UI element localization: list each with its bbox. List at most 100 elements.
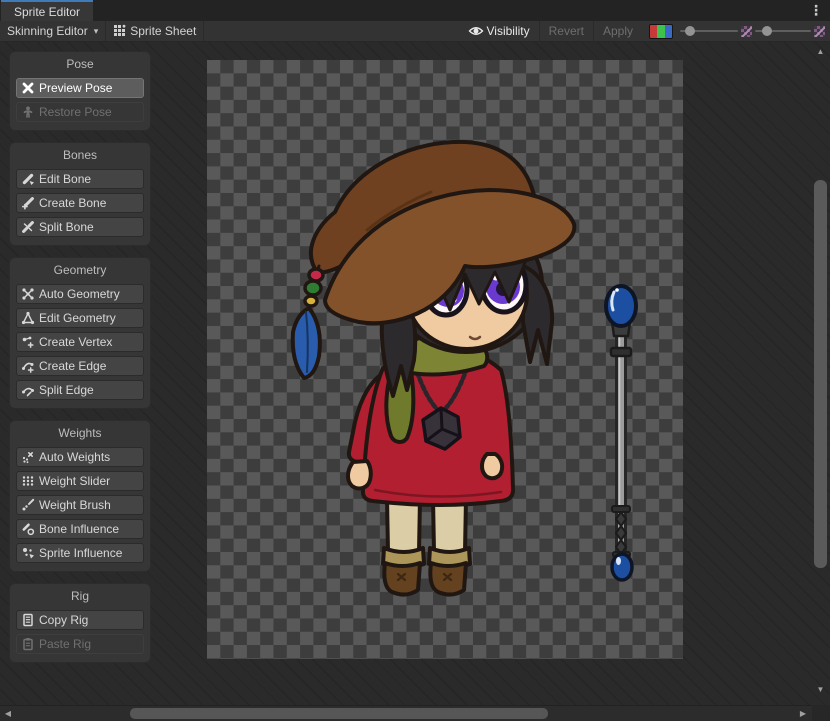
create-vertex-button[interactable]: Create Vertex — [16, 332, 144, 352]
split-bone-button[interactable]: Split Bone — [16, 217, 144, 237]
revert-button[interactable]: Revert — [540, 21, 593, 41]
create-bone-icon — [21, 196, 35, 210]
button-label: Paste Rig — [39, 637, 91, 651]
vertical-scrollbar-thumb[interactable] — [814, 180, 827, 568]
character-sprite[interactable] — [293, 142, 575, 595]
sprite-sheet-label: Sprite Sheet — [130, 24, 196, 38]
bone-influence-icon — [21, 522, 35, 536]
create-edge-button[interactable]: Create Edge — [16, 356, 144, 376]
paste-rig-button[interactable]: Paste Rig — [16, 634, 144, 654]
panel-bones: Bones Edit Bone Create Bone — [10, 143, 150, 245]
overlay-opacity-slider[interactable] — [755, 21, 811, 41]
sprite-influence-button[interactable]: Sprite Influence — [16, 543, 144, 563]
restore-pose-icon — [21, 105, 35, 119]
swatch-blue — [665, 25, 672, 38]
button-label: Weight Brush — [39, 498, 111, 512]
panel-title: Weights — [10, 425, 150, 441]
button-label: Sprite Influence — [39, 546, 122, 560]
horizontal-scrollbar[interactable]: ◀ ▶ — [0, 705, 812, 721]
button-label: Create Edge — [39, 359, 106, 373]
sprite-influence-icon — [21, 546, 35, 560]
button-label: Weight Slider — [39, 474, 110, 488]
vertical-scrollbar[interactable]: ▲ ▼ — [811, 42, 830, 705]
slider-handle[interactable] — [685, 26, 695, 36]
tab-sprite-editor[interactable]: Sprite Editor — [1, 0, 93, 21]
toolbar-separator — [203, 21, 204, 41]
panel-pose: Pose Preview Pose Restore Pose — [10, 52, 150, 130]
scroll-down-icon[interactable]: ▼ — [811, 683, 830, 695]
button-label: Create Bone — [39, 196, 106, 210]
sprite-editor-window: Sprite Editor ⋮ Skinning Editor ▾ Sprite… — [0, 0, 830, 721]
edit-bone-icon — [21, 172, 35, 186]
panel-title: Geometry — [10, 262, 150, 278]
button-label: Preview Pose — [39, 81, 112, 95]
preview-pose-icon — [21, 81, 35, 95]
button-label: Split Edge — [39, 383, 94, 397]
auto-weights-button[interactable]: Auto Weights — [16, 447, 144, 467]
panel-title: Pose — [10, 56, 150, 72]
slider-handle[interactable] — [762, 26, 772, 36]
scroll-right-icon[interactable]: ▶ — [796, 706, 810, 721]
button-label: Auto Geometry — [39, 287, 120, 301]
auto-geometry-button[interactable]: Auto Geometry — [16, 284, 144, 304]
edit-geometry-button[interactable]: Edit Geometry — [16, 308, 144, 328]
button-label: Copy Rig — [39, 613, 88, 627]
swatch-red — [650, 25, 657, 38]
workspace: Pose Preview Pose Restore Pose Bones — [0, 42, 830, 721]
apply-button[interactable]: Apply — [594, 21, 642, 41]
skinning-editor-dropdown[interactable]: Skinning Editor ▾ — [0, 21, 105, 41]
panel-title: Bones — [10, 147, 150, 163]
scroll-up-icon[interactable]: ▲ — [811, 45, 830, 57]
weight-brush-button[interactable]: Weight Brush — [16, 495, 144, 515]
bone-influence-button[interactable]: Bone Influence — [16, 519, 144, 539]
button-label: Edit Geometry — [39, 311, 116, 325]
restore-pose-button[interactable]: Restore Pose — [16, 102, 144, 122]
tab-title: Sprite Editor — [14, 5, 80, 19]
kebab-menu-icon[interactable]: ⋮ — [808, 1, 824, 20]
sprite-texture-icon — [741, 26, 752, 37]
edit-geometry-icon — [21, 311, 35, 325]
tab-bar: Sprite Editor ⋮ — [0, 0, 830, 21]
button-label: Split Bone — [39, 220, 94, 234]
skinning-editor-label: Skinning Editor — [7, 24, 88, 38]
copy-rig-icon — [21, 613, 35, 627]
weight-slider-icon — [21, 474, 35, 488]
button-label: Create Vertex — [39, 335, 112, 349]
auto-geometry-icon — [21, 287, 35, 301]
weight-slider-button[interactable]: Weight Slider — [16, 471, 144, 491]
apply-label: Apply — [603, 24, 633, 38]
swatch-green — [657, 25, 664, 38]
sprite-sheet-icon — [113, 24, 127, 38]
scrollbar-corner — [812, 705, 830, 721]
split-edge-icon — [21, 383, 35, 397]
copy-rig-button[interactable]: Copy Rig — [16, 610, 144, 630]
create-bone-button[interactable]: Create Bone — [16, 193, 144, 213]
panel-geometry: Geometry Auto Geometry Edit Geometry — [10, 258, 150, 408]
overlay-texture-icon — [814, 26, 825, 37]
split-bone-icon — [21, 220, 35, 234]
weight-brush-icon — [21, 498, 35, 512]
panel-weights: Weights Auto Weights Weight Slide — [10, 421, 150, 571]
chevron-down-icon: ▾ — [94, 26, 99, 37]
visibility-button[interactable]: Visibility — [459, 21, 539, 41]
auto-weights-icon — [21, 450, 35, 464]
horizontal-scrollbar-thumb[interactable] — [130, 708, 548, 719]
preview-pose-button[interactable]: Preview Pose — [16, 78, 144, 98]
canvas-art — [207, 60, 683, 659]
button-label: Auto Weights — [39, 450, 110, 464]
visibility-label: Visibility — [487, 24, 530, 38]
staff-sprite[interactable] — [606, 286, 636, 580]
color-swatch-button[interactable] — [649, 24, 673, 39]
toolbar-right-cluster: Visibility Revert Apply — [459, 21, 829, 41]
edit-bone-button[interactable]: Edit Bone — [16, 169, 144, 189]
button-label: Restore Pose — [39, 105, 112, 119]
create-vertex-icon — [21, 335, 35, 349]
scroll-left-icon[interactable]: ◀ — [1, 706, 15, 721]
sprite-opacity-slider[interactable] — [680, 21, 738, 41]
split-edge-button[interactable]: Split Edge — [16, 380, 144, 400]
panel-title: Rig — [10, 588, 150, 604]
sprite-sheet-button[interactable]: Sprite Sheet — [106, 21, 203, 41]
sprite-canvas[interactable] — [207, 60, 683, 659]
revert-label: Revert — [549, 24, 584, 38]
eye-icon — [468, 25, 484, 37]
